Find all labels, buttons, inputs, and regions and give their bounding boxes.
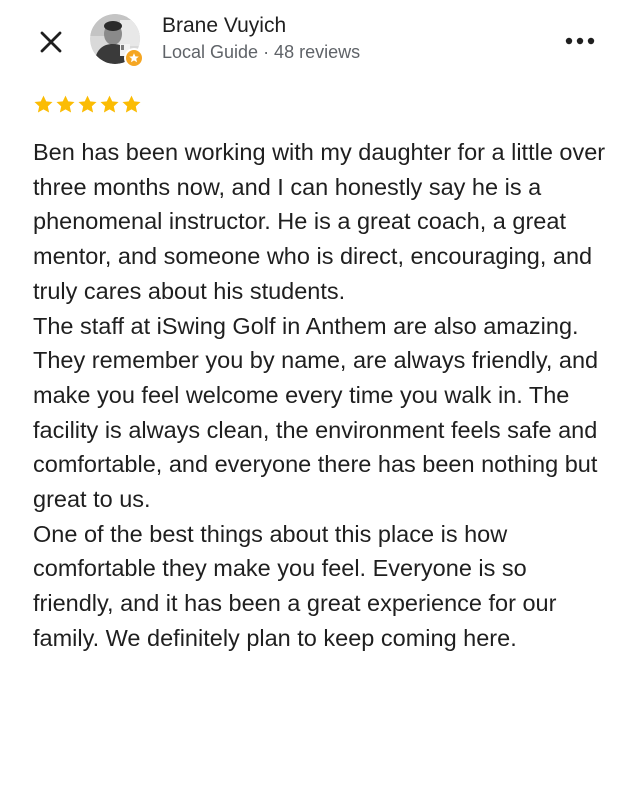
star-icon	[100, 95, 119, 113]
reviewer-meta: Local Guide · 48 reviews	[162, 42, 361, 62]
reviewer-avatar-container[interactable]	[90, 14, 144, 68]
local-guide-badge-icon	[126, 50, 142, 66]
close-icon	[40, 31, 62, 53]
close-button[interactable]	[34, 25, 68, 59]
review-paragraph: One of the best things about this place …	[33, 520, 557, 651]
review-paragraph: Ben has been working with my daughter fo…	[33, 139, 606, 304]
star-icon	[34, 95, 53, 113]
review-header: Brane Vuyich Local Guide · 48 reviews	[0, 0, 631, 80]
local-guide-badge	[124, 48, 144, 68]
review-text: Ben has been working with my daughter fo…	[33, 135, 608, 656]
star-icon	[122, 95, 141, 113]
star-rating	[33, 94, 142, 115]
review-paragraph: The staff at iSwing Golf in Anthem are a…	[33, 312, 599, 513]
more-options-icon	[565, 37, 595, 45]
star-icon	[56, 95, 75, 113]
star-icon	[78, 95, 97, 113]
reviewer-name[interactable]: Brane Vuyich	[162, 13, 286, 39]
more-options-button[interactable]	[560, 26, 600, 56]
